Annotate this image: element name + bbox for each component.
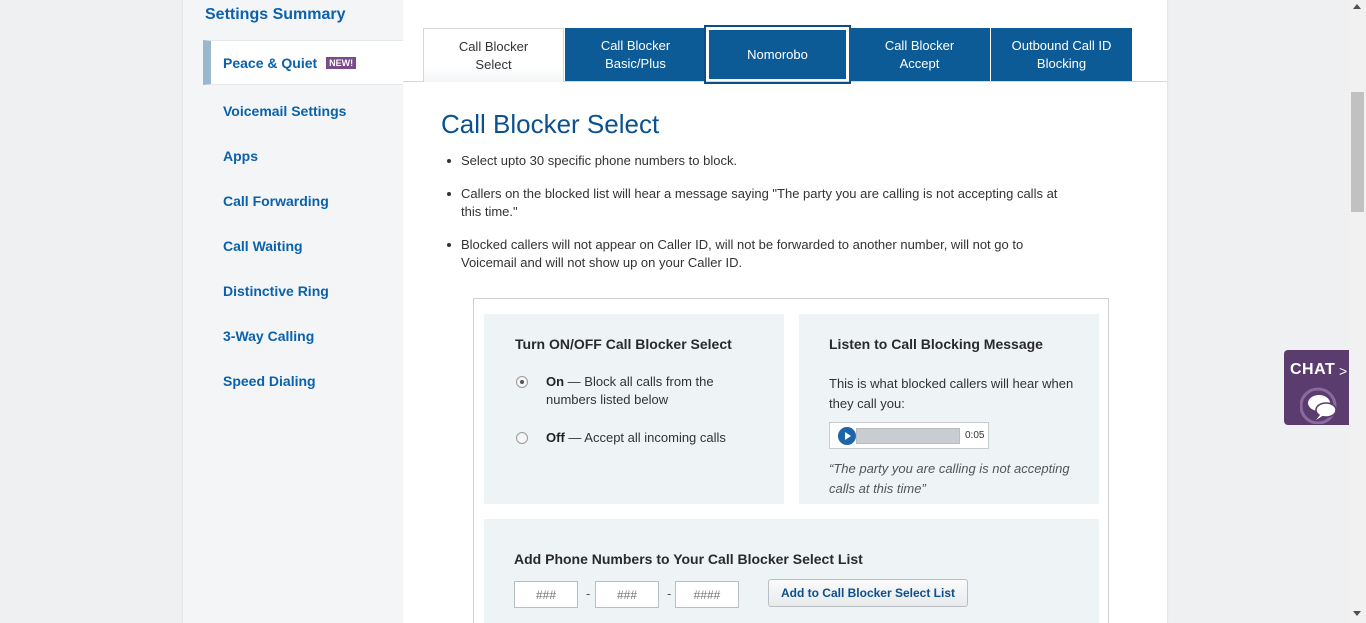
- audio-progress-bar[interactable]: [856, 427, 960, 444]
- dash-separator: -: [586, 586, 591, 601]
- audio-player: 0:05: [829, 422, 989, 449]
- add-to-list-button[interactable]: Add to Call Blocker Select List: [768, 579, 968, 607]
- radio-on-row[interactable]: On — Block all calls from the numbers li…: [516, 373, 756, 409]
- sidebar: Settings Summary Peace & Quiet NEW! Voic…: [183, 0, 403, 623]
- sidebar-item-label: Call Waiting: [223, 237, 303, 254]
- radio-off-row[interactable]: Off — Accept all incoming calls: [516, 429, 756, 447]
- tab-label-line2: Blocking: [1036, 55, 1087, 71]
- message-panel: Listen to Call Blocking Message This is …: [799, 314, 1099, 504]
- line-number-input[interactable]: [675, 581, 739, 608]
- audio-duration: 0:05: [965, 430, 985, 441]
- sidebar-item-label: Apps: [223, 147, 258, 164]
- sidebar-item-apps[interactable]: Apps: [203, 133, 403, 178]
- message-panel-title: Listen to Call Blocking Message: [829, 336, 1043, 352]
- tab-label-line1: Nomorobo: [747, 46, 808, 62]
- scroll-thumb[interactable]: [1351, 92, 1364, 212]
- tab-label-line1: Outbound Call ID: [1011, 37, 1112, 53]
- vertical-scrollbar[interactable]: [1349, 0, 1366, 623]
- chevron-right-icon: >: [1339, 363, 1348, 379]
- tab-call-blocker-select[interactable]: Call Blocker Select: [423, 28, 564, 82]
- feature-list: Select upto 30 specific phone numbers to…: [447, 152, 1061, 287]
- tab-nomorobo[interactable]: Nomorobo: [704, 25, 851, 84]
- page-container: Settings Summary Peace & Quiet NEW! Voic…: [183, 0, 1167, 623]
- scroll-up-arrow-icon[interactable]: [1353, 4, 1361, 9]
- scroll-down-arrow-icon[interactable]: [1353, 611, 1361, 616]
- sidebar-item-voicemail-settings[interactable]: Voicemail Settings: [203, 88, 403, 133]
- list-item: Select upto 30 specific phone numbers to…: [447, 152, 1061, 170]
- tab-label-line2: Select: [475, 56, 512, 72]
- sidebar-item-speed-dialing[interactable]: Speed Dialing: [203, 358, 403, 403]
- list-item: Callers on the blocked list will hear a …: [447, 185, 1061, 221]
- area-code-input[interactable]: [514, 581, 578, 608]
- tab-label-line1: Call Blocker: [884, 37, 955, 53]
- sidebar-item-label: Voicemail Settings: [223, 102, 347, 119]
- sidebar-item-call-forwarding[interactable]: Call Forwarding: [203, 178, 403, 223]
- sidebar-item-call-waiting[interactable]: Call Waiting: [203, 223, 403, 268]
- tab-call-blocker-accept[interactable]: Call Blocker Accept: [849, 28, 990, 81]
- prefix-input[interactable]: [595, 581, 659, 608]
- radio-on-label: On — Block all calls from the numbers li…: [546, 374, 714, 407]
- toggle-panel: Turn ON/OFF Call Blocker Select On — Blo…: [484, 314, 784, 504]
- sidebar-item-label: Distinctive Ring: [223, 282, 329, 299]
- chat-bubble-icon: [1300, 387, 1337, 424]
- new-badge: NEW!: [326, 56, 357, 69]
- chat-widget[interactable]: CHAT >: [1284, 350, 1350, 425]
- add-numbers-title: Add Phone Numbers to Your Call Blocker S…: [514, 551, 863, 567]
- chat-label: CHAT: [1290, 361, 1336, 378]
- sidebar-title[interactable]: Settings Summary: [205, 6, 345, 24]
- tab-label-line1: Call Blocker: [458, 38, 529, 54]
- sidebar-item-3-way-calling[interactable]: 3-Way Calling: [203, 313, 403, 358]
- dash-separator: -: [667, 586, 672, 601]
- tab-label-line1: Call Blocker: [600, 37, 671, 53]
- message-quote: “The party you are calling is not accept…: [829, 461, 1070, 496]
- sidebar-item-label: Speed Dialing: [223, 372, 316, 389]
- list-item: Blocked callers will not appear on Calle…: [447, 236, 1061, 272]
- radio-on[interactable]: [516, 376, 528, 388]
- message-description: This is what blocked callers will hear w…: [829, 376, 1074, 411]
- sidebar-item-distinctive-ring[interactable]: Distinctive Ring: [203, 268, 403, 313]
- tab-call-blocker-basic-plus[interactable]: Call Blocker Basic/Plus: [565, 28, 706, 81]
- page-title: Call Blocker Select: [441, 109, 660, 139]
- settings-box: Turn ON/OFF Call Blocker Select On — Blo…: [473, 298, 1109, 623]
- sidebar-item-peace-quiet[interactable]: Peace & Quiet NEW!: [203, 40, 403, 85]
- radio-off-label: Off — Accept all incoming calls: [546, 430, 726, 445]
- toggle-panel-title: Turn ON/OFF Call Blocker Select: [515, 336, 732, 352]
- play-icon[interactable]: [838, 426, 856, 445]
- sidebar-item-label: 3-Way Calling: [223, 327, 315, 344]
- sidebar-item-label: Peace & Quiet: [223, 54, 318, 71]
- tab-outbound-call-id-blocking[interactable]: Outbound Call ID Blocking: [991, 28, 1132, 81]
- sidebar-item-label: Call Forwarding: [223, 192, 329, 209]
- radio-off[interactable]: [516, 432, 528, 444]
- tab-label-line2: Basic/Plus: [605, 55, 666, 71]
- tab-label-line2: Accept: [899, 55, 940, 71]
